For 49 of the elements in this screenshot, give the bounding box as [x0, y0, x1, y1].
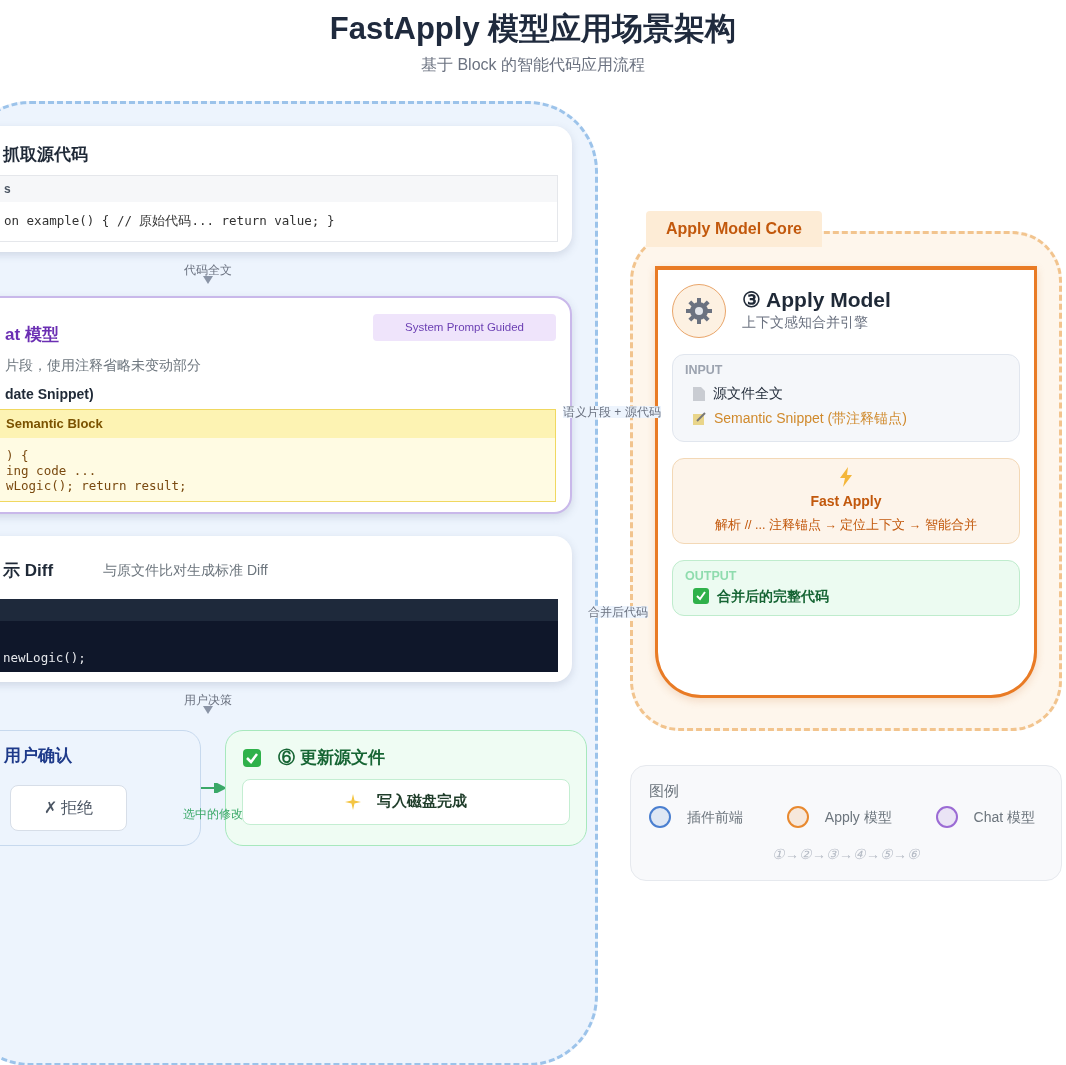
output-text: 合并后的完整代码 — [717, 586, 829, 606]
lightning-icon — [839, 467, 853, 488]
arrow-label: 选中的修改 — [182, 806, 243, 823]
step-sequence: ①→②→③→④→⑤→⑥ — [771, 845, 921, 864]
step-note: 与原文件比对生成标准 Diff — [103, 561, 268, 580]
process-description: 解析 // ... 注释锚点 → 定位上下文 → 智能合并 — [714, 517, 978, 535]
process-title: Fast Apply — [809, 492, 883, 512]
connector-label: 用户决策 — [184, 694, 232, 706]
legend-label: Apply 模型 — [824, 807, 892, 827]
semantic-block-header: Semantic Block — [0, 410, 555, 438]
notepad-icon — [693, 412, 706, 426]
code-line: ing code ... — [6, 462, 98, 478]
update-title: ⑥ 更新源文件 — [277, 747, 385, 769]
sparkle-icon — [344, 793, 361, 810]
section-label: INPUT — [685, 361, 724, 379]
code-line: newLogic(); — [2, 649, 87, 668]
code-line: on example() { // 原始代码... return value; } — [3, 212, 336, 230]
confirm-title: 用户确认 — [4, 745, 73, 767]
right-arrow-icon — [200, 783, 225, 793]
down-arrow-icon — [203, 706, 213, 714]
connector-label: 合并后代码 — [588, 605, 648, 618]
group-label: Apply Model Core — [646, 210, 822, 247]
checkmark-icon — [241, 747, 262, 768]
input-item: Semantic Snippet (带注释锚点) — [714, 409, 907, 429]
snippet-label: date Snippet) — [5, 385, 95, 405]
code-line: wLogic(); return result; — [6, 477, 188, 493]
gear-icon — [685, 296, 713, 325]
section-label: OUTPUT — [685, 568, 738, 585]
page-subtitle: 基于 Block 的智能代码应用流程 — [420, 54, 646, 75]
core-subtitle: 上下文感知合并引擎 — [742, 312, 869, 332]
checkmark-icon — [693, 588, 709, 605]
step-description: 片段，使用注释省略未变动部分 — [5, 356, 202, 376]
step-title: 抓取源代码 — [3, 143, 89, 166]
legend-title: 图例 — [649, 780, 680, 801]
page-title: FastApply 模型应用场景架构 — [328, 10, 738, 48]
code-header: s — [0, 176, 557, 202]
tag-pill: System Prompt Guided — [373, 313, 556, 341]
step-title: at 模型 — [5, 323, 59, 346]
reject-button[interactable]: ✗ 拒绝 — [10, 784, 127, 831]
core-title: ③ Apply Model — [742, 288, 891, 312]
down-arrow-icon — [203, 275, 213, 284]
step-title: 示 Diff — [3, 559, 54, 582]
input-item: 源文件全文 — [713, 384, 783, 404]
legend-label: Chat 模型 — [973, 807, 1035, 827]
result-text: 写入磁盘完成 — [376, 791, 467, 812]
legend-label: 插件前端 — [687, 807, 743, 827]
connector-label: 代码全文 — [184, 263, 232, 276]
document-icon — [693, 386, 705, 401]
code-line: ) { — [6, 447, 30, 463]
